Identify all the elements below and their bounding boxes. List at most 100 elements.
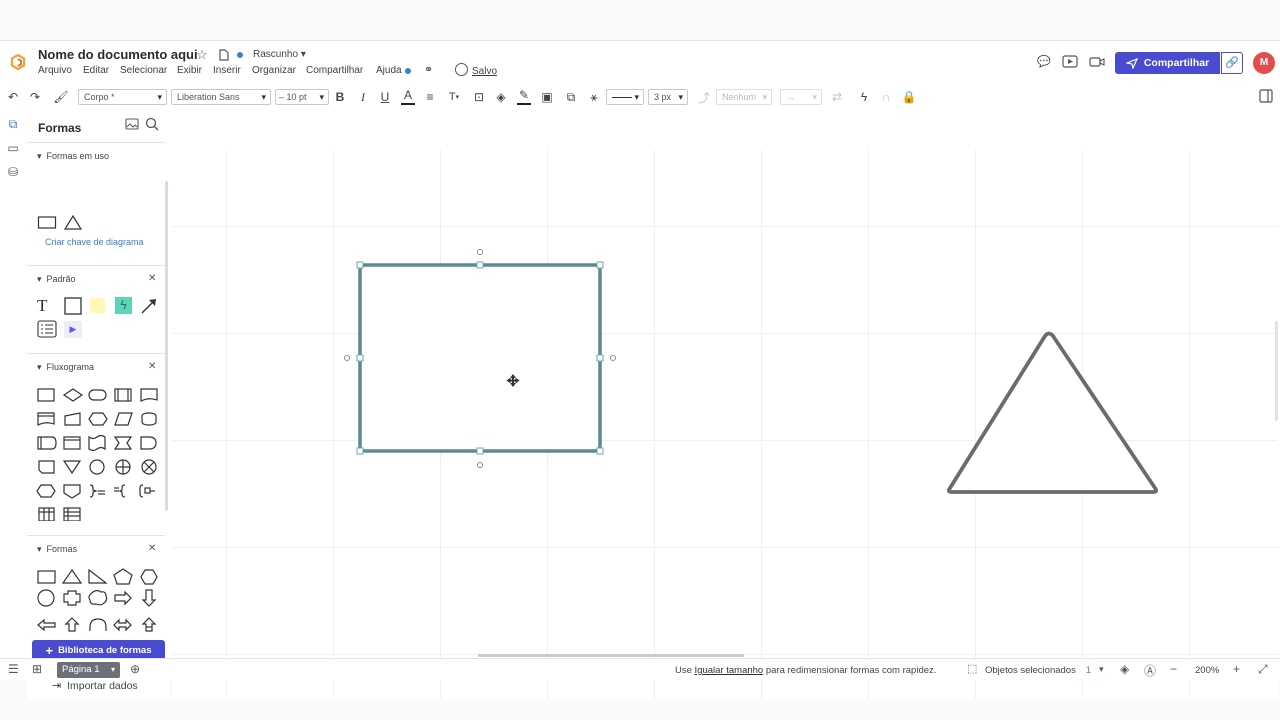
rectangle-shape[interactable] (37, 214, 57, 232)
grid-view-icon[interactable]: ⊞ (32, 662, 42, 676)
data-rail-icon[interactable]: ⛁ (5, 165, 21, 181)
flowchart-shapes-grid[interactable] (35, 385, 165, 521)
shadow-icon[interactable]: ▣ (540, 86, 554, 108)
sticky-note-shape[interactable] (90, 298, 105, 313)
close-section-icon[interactable]: ✕ (148, 273, 156, 284)
list-shape[interactable] (37, 320, 57, 338)
menu-arquivo[interactable]: Arquivo (38, 65, 72, 76)
canvas-shapes (343, 248, 1158, 494)
selection-icon: ⬚ (967, 663, 978, 675)
minus-icon[interactable]: – (279, 92, 287, 102)
menu-exibir[interactable]: Exibir (177, 65, 202, 76)
zoom-out-icon[interactable]: − (1170, 662, 1177, 676)
menu-ajuda[interactable]: Ajuda (376, 65, 402, 76)
canvas-horizontal-scrollbar[interactable] (478, 654, 744, 657)
triangle-on-canvas[interactable] (947, 331, 1158, 494)
block-shape[interactable] (63, 297, 83, 315)
canvas-vertical-scrollbar[interactable] (1275, 321, 1278, 421)
comment-icon[interactable]: 💬 (1036, 55, 1052, 69)
line-width-select[interactable]: 3 px (648, 89, 688, 105)
section-in-use[interactable]: ▾ Formas em uso (37, 151, 109, 162)
share-button[interactable]: Compartilhar (1115, 52, 1220, 74)
zoom-level[interactable]: 200% (1195, 665, 1219, 676)
underline-icon[interactable]: U (378, 86, 392, 108)
right-panel-icon[interactable] (1259, 89, 1273, 103)
arrow-line-shape[interactable] (139, 297, 159, 315)
video-shape[interactable]: ▶ (64, 321, 82, 338)
drawing-canvas[interactable] (172, 150, 1278, 699)
font-size-stepper[interactable]: – 10 pt (275, 89, 329, 105)
menu-inserir[interactable]: Inserir (213, 65, 241, 76)
fullscreen-icon[interactable]: ⤢ (1258, 662, 1268, 677)
menu-organizar[interactable]: Organizar (252, 65, 296, 76)
zoom-in-icon[interactable]: + (1233, 662, 1240, 676)
chevron-down-icon[interactable]: ▾ (1099, 664, 1104, 675)
basic-shapes-grid[interactable] (35, 567, 165, 635)
present-icon[interactable] (1062, 55, 1078, 69)
draft-status-dropdown[interactable]: Rascunho ▾ (253, 49, 306, 60)
star-icon[interactable]: ☆ (196, 47, 208, 63)
diagram-key-link[interactable]: Criar chave de diagrama (45, 237, 144, 247)
document-icon[interactable] (219, 49, 229, 61)
swap-arrows-icon[interactable]: ⇄ (829, 86, 845, 108)
redo-icon[interactable]: ↷ (26, 86, 44, 108)
text-style-select[interactable]: Corpo * (78, 89, 167, 105)
text-options-icon[interactable]: T ▾ (446, 86, 462, 108)
line-color-icon[interactable]: ✎ (517, 86, 531, 105)
menu-editar[interactable]: Editar (83, 65, 109, 76)
hint-text: Use Igualar tamanho para redimensionar f… (675, 665, 936, 676)
section-standard-label: Padrão (46, 274, 76, 284)
text-shape[interactable]: T (37, 296, 47, 316)
templates-rail-icon[interactable]: ▭ (5, 141, 21, 157)
import-data-button[interactable]: ⇥ Importar dados (52, 679, 138, 692)
lock-icon[interactable]: 🔒 (901, 86, 917, 108)
match-size-link[interactable]: Igualar tamanho (695, 665, 764, 676)
magnet-icon[interactable]: ∩ (878, 86, 894, 108)
avatar[interactable]: M (1253, 52, 1275, 74)
link-icon[interactable]: 🔗 (1221, 52, 1243, 74)
shape-library-button[interactable]: + Biblioteca de formas (32, 640, 165, 660)
arrow-end-select[interactable]: → (780, 89, 822, 105)
binoculars-icon[interactable]: ⚭ (424, 63, 433, 76)
selected-objects-label[interactable]: Objetos selecionados (985, 665, 1076, 676)
line-shape-icon[interactable]: ⤴ (696, 86, 712, 108)
text-color-icon[interactable]: A (401, 86, 415, 105)
image-icon[interactable]: ⧉ (563, 86, 579, 108)
triangle-shape[interactable] (63, 214, 83, 232)
document-title[interactable]: Nome do documento aqui (38, 47, 198, 62)
close-section-icon[interactable]: ✕ (148, 361, 156, 372)
video-icon[interactable] (1089, 55, 1105, 69)
layers-icon[interactable]: ◈ (1120, 662, 1129, 676)
saved-status[interactable]: Salvo (472, 66, 497, 77)
search-icon[interactable] (145, 117, 159, 131)
section-flowchart[interactable]: ▾ Fluxograma (37, 362, 94, 373)
undo-icon[interactable]: ↶ (4, 86, 22, 108)
menu-compartilhar[interactable]: Compartilhar (306, 65, 363, 76)
section-shapes[interactable]: ▾ Formas (37, 544, 77, 555)
italic-icon[interactable]: I (356, 86, 370, 108)
action-icon[interactable]: ϟ (856, 86, 872, 108)
section-standard[interactable]: ▾ Padrão (37, 274, 76, 285)
plus-icon: + (45, 642, 54, 658)
fill-color-icon[interactable]: ◈ (493, 86, 509, 108)
line-style-select[interactable] (606, 89, 644, 105)
menu-selecionar[interactable]: Selecionar (120, 65, 167, 76)
image-search-icon[interactable] (125, 118, 139, 131)
magic-icon[interactable]: ⚹ (586, 86, 602, 108)
accessibility-icon[interactable]: Ⓐ (1144, 662, 1156, 679)
add-page-icon[interactable]: ⊕ (130, 662, 140, 676)
font-select[interactable]: Liberation Sans (171, 89, 271, 105)
tab-page-1[interactable]: Página 1 ▾ (57, 662, 120, 678)
lightning-shape[interactable]: ϟ (115, 297, 132, 314)
format-painter-icon[interactable]: 🖌 (52, 86, 70, 108)
close-section-icon[interactable]: ✕ (148, 543, 156, 554)
panel-scrollbar[interactable] (165, 181, 168, 511)
container-icon[interactable]: ⊡ (471, 86, 487, 108)
align-icon[interactable]: ≡ (423, 86, 437, 108)
bold-icon[interactable]: B (333, 86, 347, 108)
page-list-icon[interactable]: ☰ (8, 662, 19, 676)
shapes-rail-icon[interactable]: ⧉ (5, 117, 21, 133)
selected-rectangle[interactable] (358, 263, 602, 453)
arrow-start-select[interactable]: Nenhum (716, 89, 772, 105)
chevron-down-icon[interactable]: ▾ (111, 662, 115, 678)
